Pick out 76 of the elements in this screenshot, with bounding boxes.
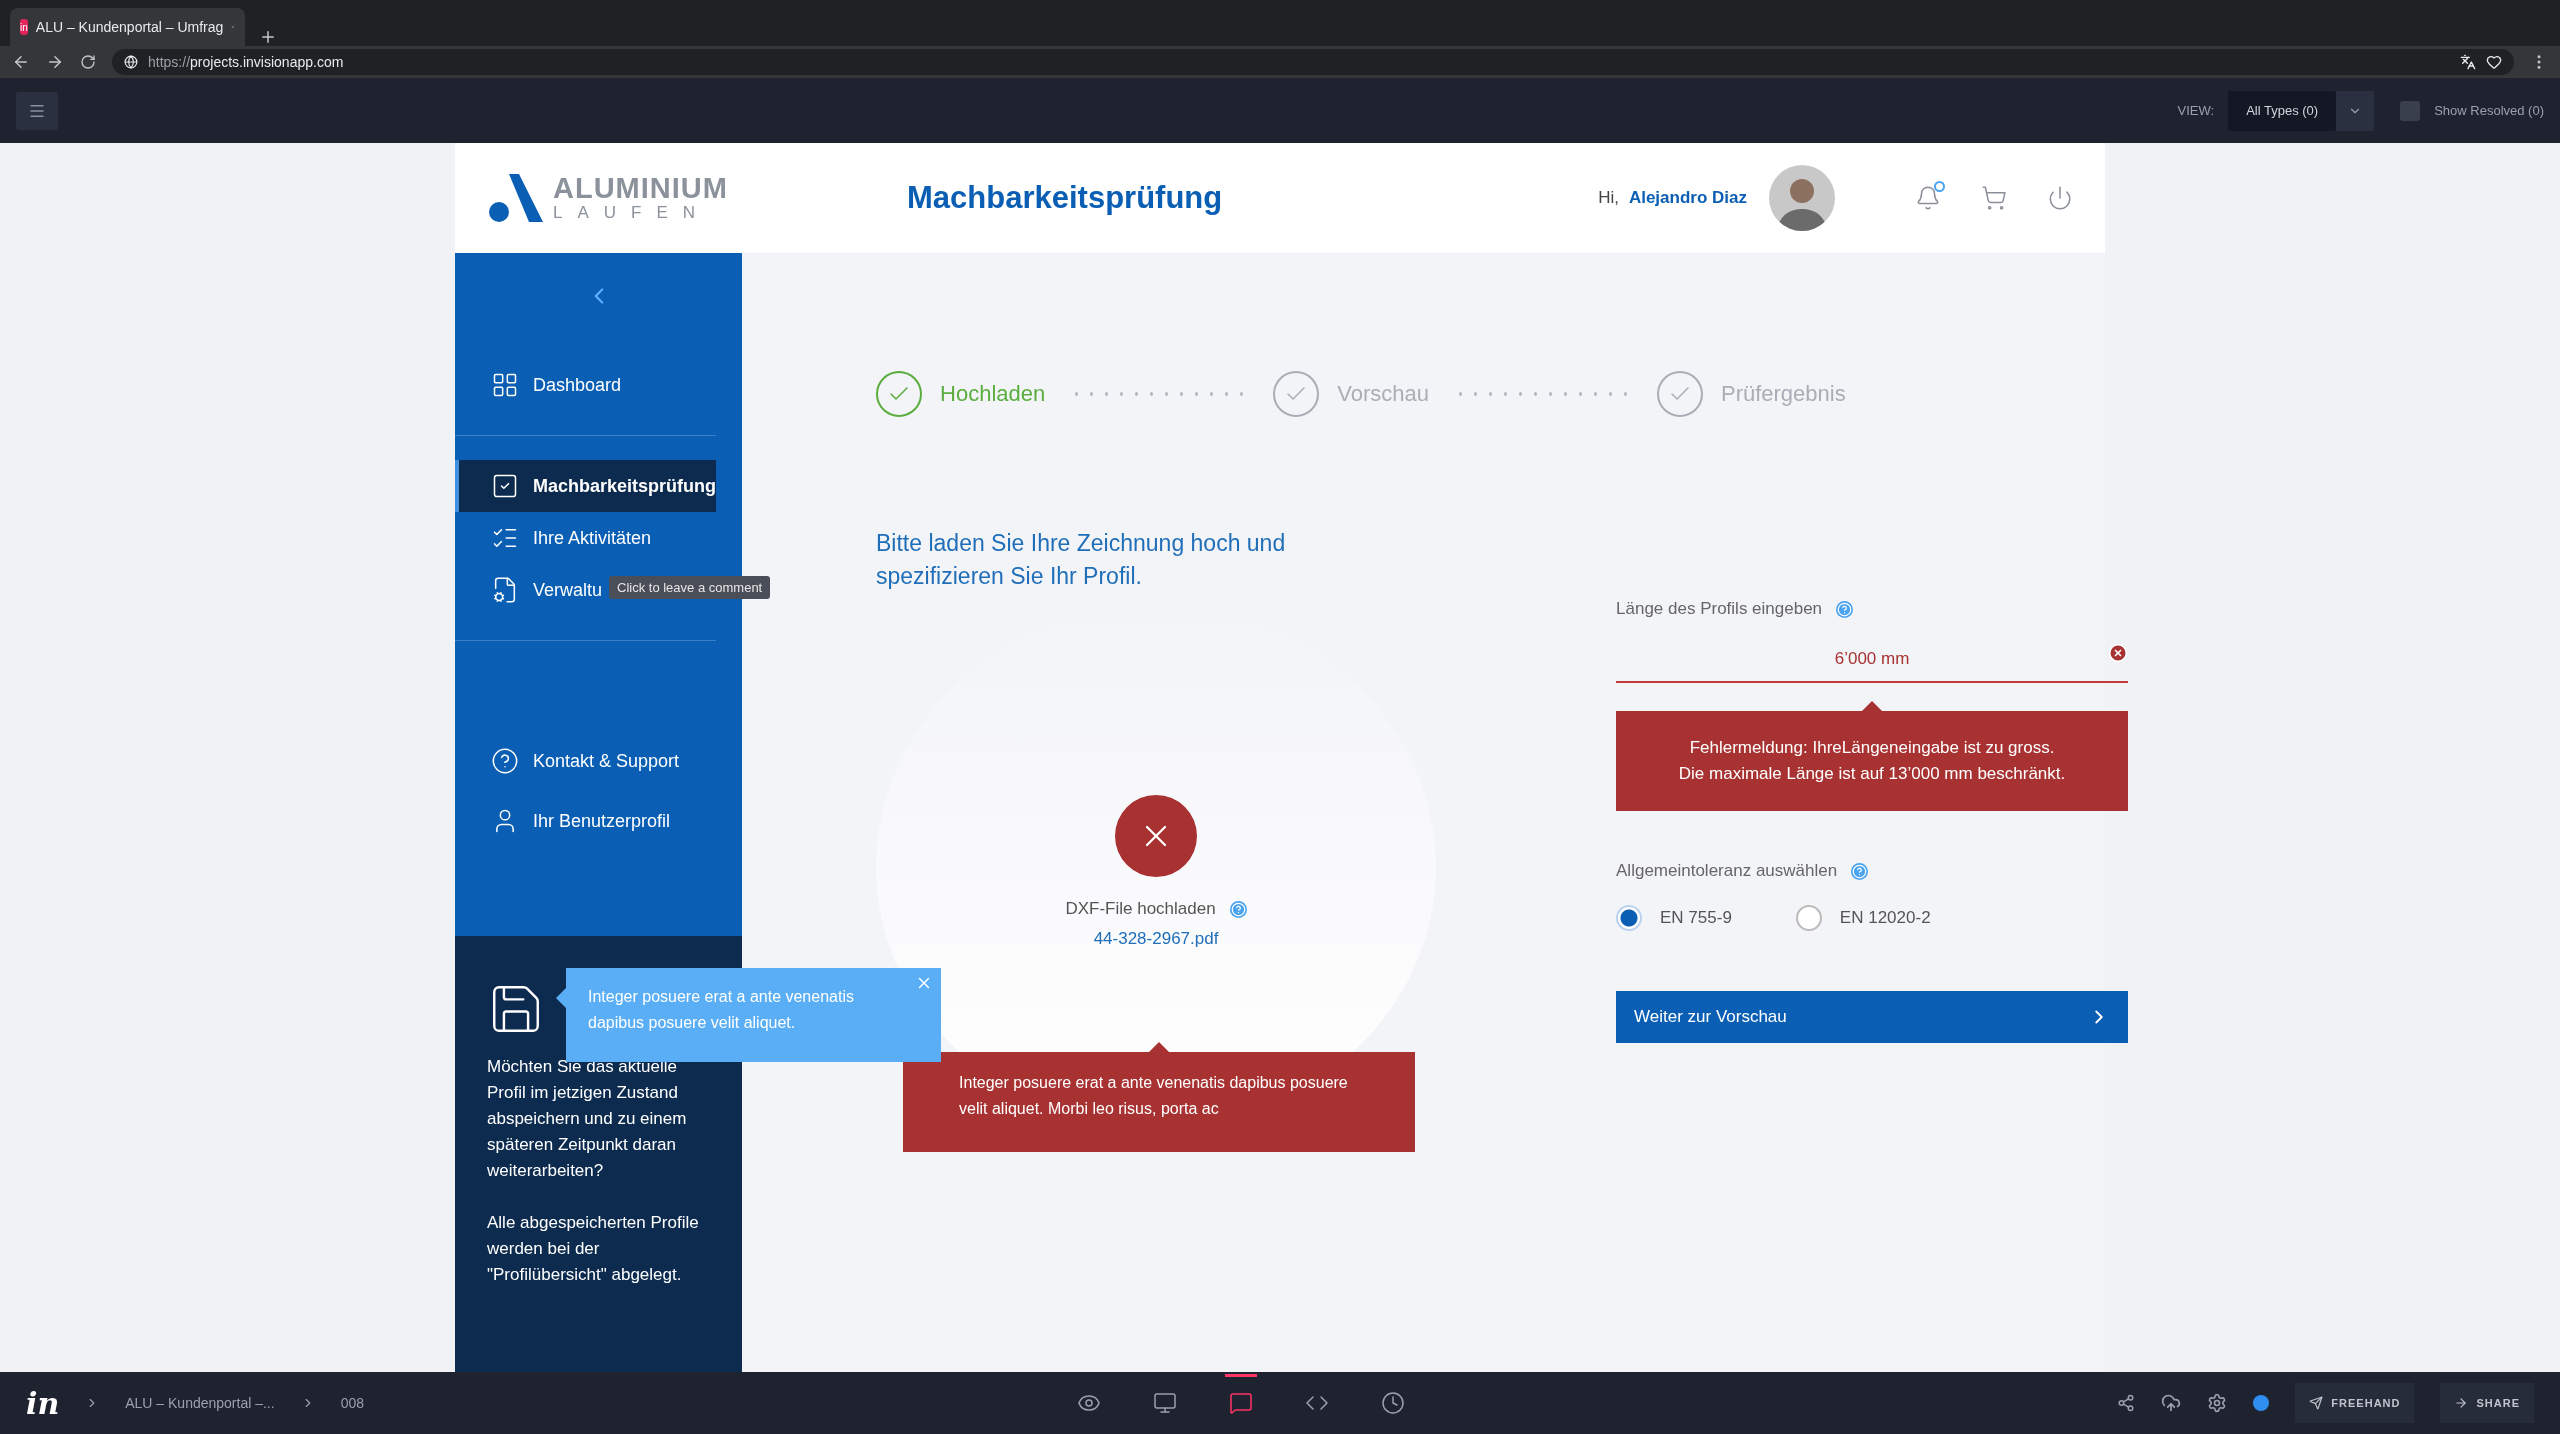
arrow-right-icon	[2454, 1396, 2469, 1410]
length-input-field[interactable]: 6’000 mm	[1616, 637, 2129, 683]
help-icon[interactable]	[1851, 862, 1869, 880]
greeting: Hi,	[1598, 188, 1619, 208]
clear-icon[interactable]	[2108, 643, 2129, 663]
grid-icon	[491, 371, 519, 399]
send-icon	[2309, 1396, 2324, 1410]
help-icon[interactable]	[1836, 600, 1854, 618]
back-icon[interactable]	[12, 53, 30, 71]
user-name[interactable]: Alejandro Diaz	[1628, 188, 1747, 208]
save-note: Alle abgespeicherten Profile werden bei der "Profilübersicht" abgelegt.	[487, 1212, 700, 1286]
length-label: Länge des Profils eingeben	[1616, 599, 1823, 619]
globe-icon	[124, 55, 138, 69]
power-icon[interactable]	[2047, 185, 2073, 211]
instruction-text: Bitte laden Sie Ihre Zeichnung hoch und spezifizieren Sie Ihr Profil.	[876, 529, 1287, 591]
url-text: https://projects.invisionapp.com	[148, 54, 344, 70]
reload-icon[interactable]	[80, 54, 96, 70]
share-network-icon[interactable]	[2117, 1394, 2136, 1412]
view-dropdown[interactable]: All Types (0)	[2228, 90, 2337, 131]
forward-icon[interactable]	[46, 53, 64, 71]
save-question: Möchten Sie das aktuelle Profil im jetzigen Zustand abspeichern und zu einem späteren Zeitpunkt daran weiterarbeiten?	[487, 1056, 688, 1182]
progress-step: Prüfergebnis	[1656, 371, 1846, 417]
next-button[interactable]: Weiter zur Vorschau	[1616, 991, 2129, 1043]
share-button[interactable]: SHARE	[2440, 1383, 2534, 1423]
nav-item[interactable]: Kontakt & Support	[455, 731, 717, 791]
address-bar[interactable]: https://projects.invisionapp.com	[112, 49, 2514, 75]
show-resolved-checkbox[interactable]	[2400, 100, 2421, 121]
logo-text[interactable]: in	[26, 1385, 60, 1421]
nav-item[interactable]: Machbarkeitsprüfung	[455, 460, 717, 512]
status-dot[interactable]	[2253, 1395, 2270, 1411]
comment-tooltip: Click to leave a comment	[609, 576, 771, 599]
file-name-link[interactable]: 44-328-2967.pdf	[1093, 929, 1219, 949]
screen-number[interactable]: 008	[340, 1395, 364, 1411]
logo-text: ALUMINIUM	[553, 173, 728, 203]
translate-icon[interactable]	[2460, 54, 2476, 70]
freehand-label: FREEHAND	[2331, 1397, 2401, 1409]
help-icon[interactable]	[1229, 900, 1247, 918]
cart-icon[interactable]	[1981, 185, 2007, 211]
progress-step: Vorschau	[1273, 371, 1429, 417]
pointer-arrow	[1149, 1042, 1170, 1052]
new-tab-icon[interactable]	[259, 28, 277, 46]
cloud-upload-icon[interactable]	[2161, 1393, 2182, 1413]
error-text: Integer posuere erat a ante venenatis dapibus posuere velit aliquet. Morbi leo risus, porta ac	[959, 1074, 1348, 1117]
popup-text: Integer posuere erat a ante venenatis dapibus posuere velit aliquet.	[588, 988, 854, 1031]
dropdown-toggle[interactable]	[2336, 90, 2375, 131]
monitor-icon	[1152, 1391, 1177, 1415]
clock-icon	[1380, 1391, 1405, 1415]
progress-step: Hochladen	[876, 371, 1046, 417]
radio-label: EN 12020-2	[1839, 908, 1931, 928]
settings-icon[interactable]	[2207, 1393, 2228, 1413]
logo-icon	[487, 172, 545, 224]
comment-icon	[1228, 1391, 1253, 1415]
view-label: VIEW:	[2177, 103, 2215, 118]
radio-label: EN 755-9	[1660, 908, 1732, 928]
project-name[interactable]: ALU – Kundenportal –...	[125, 1395, 275, 1411]
nav-item[interactable]: Ihr Benutzerprofil	[455, 791, 717, 851]
nav-item[interactable]: Ihre Aktivitäten	[455, 512, 717, 564]
tab-title: ALU – Kundenportal – Umfrag	[35, 19, 224, 35]
upload-label: DXF-File hochladen	[1065, 899, 1216, 919]
nav-item[interactable]: Dashboard	[455, 359, 717, 411]
error-text: Die maximale Länge ist auf 13’000 mm beschränkt.	[1678, 763, 2066, 785]
error-text: Fehlermeldung: IhreLängeneingabe ist zu gross.	[1689, 737, 2055, 759]
tolerance-label: Allgemeintoleranz auswählen	[1616, 861, 1838, 881]
logo-subtext: LAUFEN	[553, 203, 712, 223]
page-title: Machbarkeitsprüfung	[907, 180, 1223, 216]
favicon-icon: in	[20, 19, 28, 35]
help-icon	[491, 747, 519, 775]
checked-window-icon	[491, 472, 519, 500]
heart-icon[interactable]	[2486, 54, 2502, 70]
radio-button[interactable]	[1616, 905, 1643, 931]
radio-button[interactable]	[1795, 905, 1822, 931]
freehand-button[interactable]: FREEHAND	[2295, 1383, 2415, 1423]
menu-button[interactable]	[16, 91, 58, 130]
show-resolved-label: Show Resolved (0)	[2434, 103, 2544, 118]
browser-tab[interactable]: in ALU – Kundenportal – Umfrag	[10, 8, 245, 46]
share-label: SHARE	[2476, 1397, 2520, 1409]
